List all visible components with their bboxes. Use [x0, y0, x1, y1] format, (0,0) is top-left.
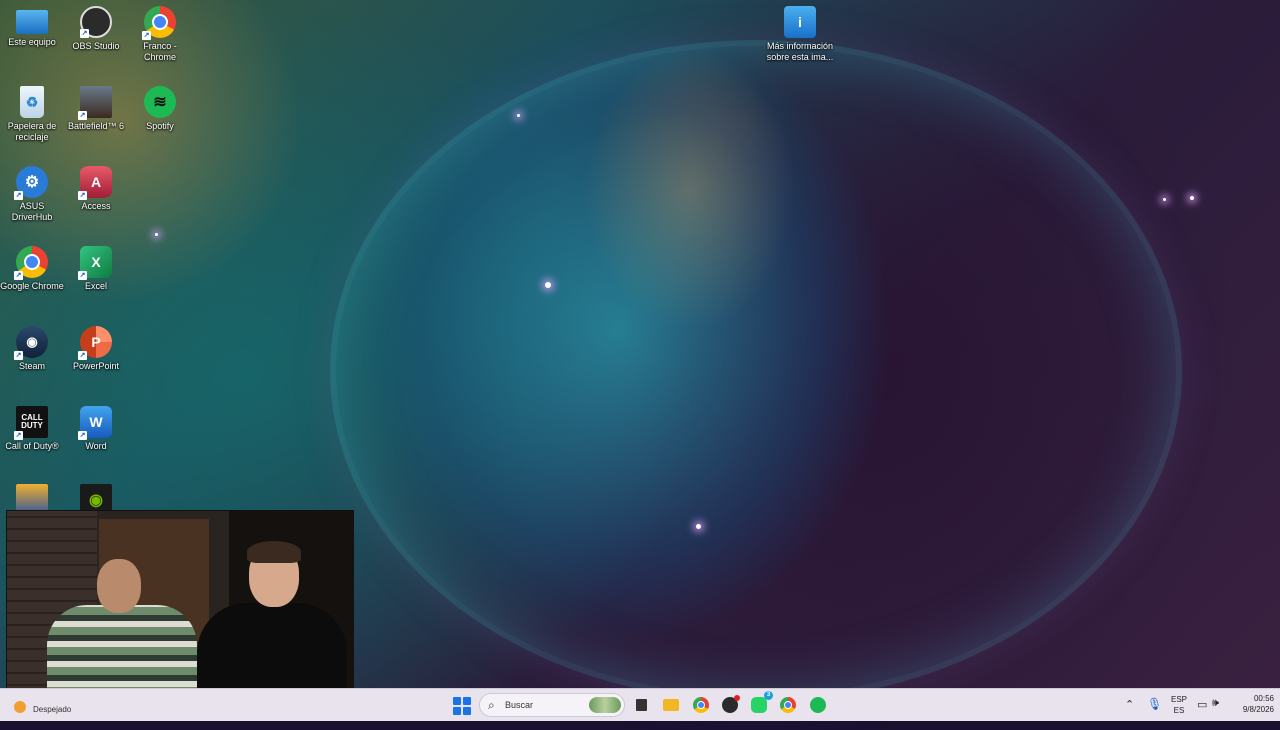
desktop-icon-label: Más información sobre esta ima... [766, 41, 834, 62]
language-indicator[interactable]: ESP ES [1168, 689, 1190, 721]
desktop-icon-spotify[interactable]: ≋ Spotify [128, 86, 192, 132]
desktop-icon-label: PowerPoint [72, 361, 120, 371]
person-left-head [97, 559, 141, 613]
taskbar-obs[interactable] [720, 695, 740, 715]
steam-icon: ◉ ↗ [14, 326, 48, 360]
notification-badge: 3 [764, 691, 773, 700]
desktop-icon-label: Call of Duty® [5, 441, 59, 451]
chrome-profile-icon: ↗ [142, 6, 176, 40]
desktop-icon-label: Battlefield™ 6 [67, 121, 125, 131]
recycle-bin-icon: ♻ [20, 86, 44, 118]
start-button[interactable] [453, 697, 471, 715]
excel-icon: X ↗ [78, 246, 112, 280]
desktop-icon-google-chrome[interactable]: ↗ Google Chrome [0, 246, 64, 292]
desktop-icon-label: Spotify [146, 121, 174, 131]
taskbar-chrome-profile[interactable] [778, 695, 798, 715]
taskbar-spotify[interactable] [808, 695, 828, 715]
chrome-icon [693, 697, 709, 713]
clock-date: 9/8/2026 [1242, 705, 1274, 714]
obs-icon: ↗ [80, 6, 112, 38]
webcam-overlay [6, 510, 354, 709]
desktop-icon-call-of-duty[interactable]: CALL DUTY ↗ Call of Duty® [0, 406, 64, 452]
wallpaper-star [1190, 196, 1194, 200]
clock-time: 00:56 [1253, 694, 1274, 703]
desktop-icon-label: Word [85, 441, 107, 451]
desktop-icon-battlefield[interactable]: ↗ Battlefield™ 6 [64, 86, 128, 132]
access-icon: A ↗ [78, 166, 112, 200]
microphone-icon[interactable]: 🎙 [1147, 697, 1162, 729]
battlefield-icon: ↗ [78, 86, 112, 120]
spotlight-info-icon: i [784, 6, 816, 38]
weather-text: Despejado [33, 705, 72, 714]
desktop-icon-access[interactable]: A ↗ Access [64, 166, 128, 212]
powerpoint-icon: P ↗ [78, 326, 112, 360]
spotify-icon [810, 697, 826, 713]
person-right-hair [247, 541, 301, 563]
call-of-duty-icon: CALL DUTY ↗ [14, 406, 48, 440]
desktop-icon-asus-driverhub[interactable]: ⚙ ↗ ASUS DriverHub [0, 166, 64, 223]
webcam-person-left [47, 559, 197, 708]
taskbar-file-explorer[interactable] [661, 695, 681, 715]
taskbar-whatsapp[interactable]: 3 [749, 691, 773, 715]
search-box[interactable]: ⌕ Buscar [479, 693, 625, 717]
desktop-icon-obs-studio[interactable]: ↗ OBS Studio [64, 6, 128, 52]
network-icon[interactable]: ▭ [1197, 698, 1207, 730]
desktop-icon-label: Access [81, 201, 111, 211]
volume-icon[interactable]: 🕪 [1212, 697, 1219, 729]
task-view-icon [635, 699, 647, 711]
computer-icon [16, 10, 48, 34]
wallpaper-star [517, 114, 520, 117]
desktop-icon-label: Excel [84, 281, 107, 291]
weather-widget[interactable]: Despejado [10, 693, 90, 717]
desktop-icon-label: OBS Studio [72, 41, 120, 51]
desktop-icon-franco-chrome[interactable]: ↗ Franco - Chrome [128, 6, 192, 63]
asus-driverhub-icon: ⚙ ↗ [14, 166, 48, 200]
desktop-icon-word[interactable]: W ↗ Word [64, 406, 128, 452]
search-placeholder: Buscar [505, 700, 534, 710]
language-code: ESP [1170, 695, 1187, 704]
taskbar-task-view[interactable] [631, 695, 651, 715]
whatsapp-icon [751, 697, 767, 713]
taskbar-chrome[interactable] [691, 695, 711, 715]
desktop-icon-label: ASUS DriverHub [11, 201, 53, 222]
desktop-icon-papelera[interactable]: ♻ Papelera de reciclaje [0, 86, 64, 143]
desktop-icon-label: Papelera de reciclaje [7, 121, 57, 142]
recording-indicator [734, 695, 740, 701]
desktop-icon-label: Google Chrome [0, 281, 64, 291]
desktop-icon-excel[interactable]: X ↗ Excel [64, 246, 128, 292]
chrome-profile-icon [780, 697, 796, 713]
search-icon: ⌕ [488, 698, 495, 712]
taskbar: Despejado ⌕ Buscar 3 ⌃ 🎙 ESP ES ▭ 🕪 00:5… [0, 688, 1280, 721]
word-icon: W ↗ [78, 406, 112, 440]
wallpaper-star [545, 282, 551, 288]
desktop-icon-label: Este equipo [8, 37, 56, 47]
wallpaper-nebula [330, 40, 1182, 702]
spotify-icon: ≋ [144, 86, 176, 118]
desktop-icon-spotlight[interactable]: i Más información sobre esta ima... [764, 6, 836, 63]
clock[interactable]: 00:56 9/8/2026 [1230, 689, 1274, 721]
chrome-icon: ↗ [14, 246, 48, 280]
wallpaper-star [155, 233, 158, 236]
desktop-icon-este-equipo[interactable]: Este equipo [0, 6, 64, 48]
wallpaper-star [1163, 198, 1166, 201]
tray-overflow-chevron-icon[interactable]: ⌃ [1125, 698, 1134, 730]
desktop-icon-label: Steam [18, 361, 45, 371]
search-highlight-image [589, 697, 621, 713]
wallpaper-star [696, 524, 701, 529]
desktop-icon-label: Franco - Chrome [143, 41, 177, 62]
webcam-person-right [197, 541, 347, 708]
keyboard-layout: ES [1173, 706, 1185, 715]
desktop-icon-steam[interactable]: ◉ ↗ Steam [0, 326, 64, 372]
file-explorer-icon [663, 699, 679, 711]
weather-sun-icon [14, 701, 26, 713]
desktop-icon-powerpoint[interactable]: P ↗ PowerPoint [64, 326, 128, 372]
